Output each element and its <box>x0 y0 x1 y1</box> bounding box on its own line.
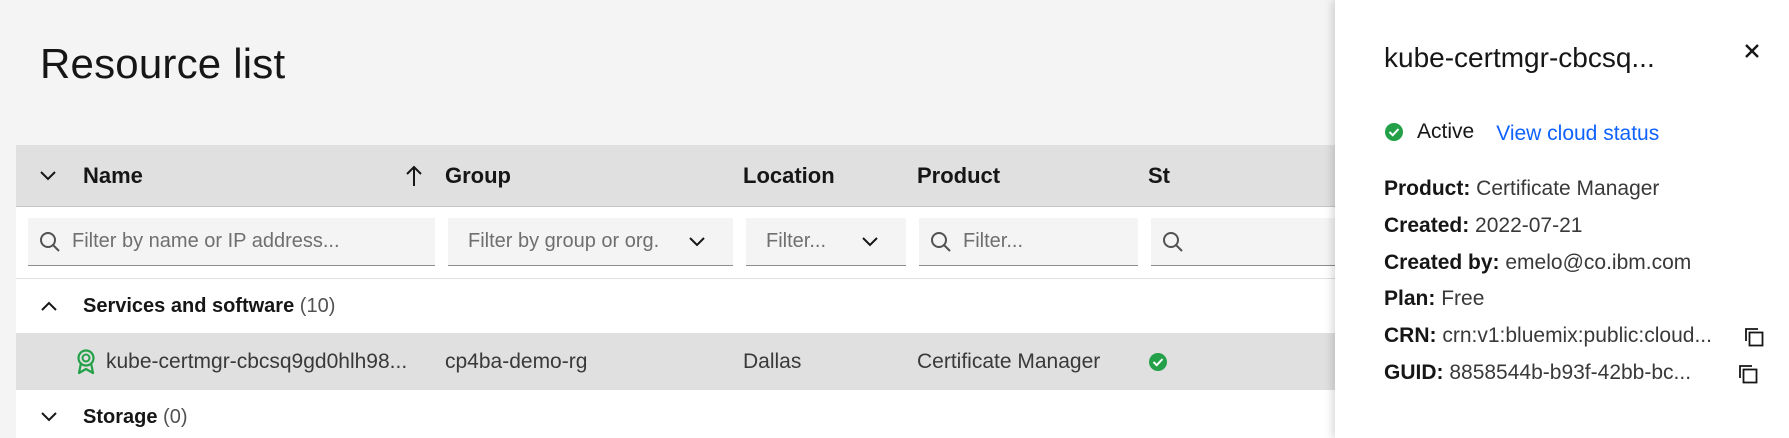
location-filter-dropdown[interactable]: Filter... <box>746 218 906 266</box>
property-value: 8858544b-b93f-42bb-bc... <box>1449 361 1692 384</box>
property-key: Created: <box>1384 214 1470 237</box>
row-product: Certificate Manager <box>917 350 1101 373</box>
property-created: Created: 2022-07-21 <box>1384 214 1582 238</box>
group-label: Storage <box>83 406 158 428</box>
group-count: (10) <box>299 295 336 317</box>
filter-row: Filter by name or IP address... Filter b… <box>16 207 1336 279</box>
chevron-down-icon[interactable] <box>36 404 62 430</box>
property-key: Created by: <box>1384 251 1500 274</box>
property-key: Plan: <box>1384 287 1436 310</box>
table-row[interactable]: kube-certmgr-cbcsq9gd0hlh98... cp4ba-dem… <box>16 334 1336 390</box>
search-icon <box>929 230 953 254</box>
column-header-name[interactable]: Name <box>83 145 143 207</box>
property-plan: Plan: Free <box>1384 287 1484 311</box>
location-filter-placeholder: Filter... <box>766 230 827 252</box>
property-key: Product: <box>1384 177 1471 200</box>
chevron-up-icon[interactable] <box>36 293 62 319</box>
property-value: emelo@co.ibm.com <box>1505 251 1692 274</box>
property-key: CRN: <box>1384 324 1437 347</box>
product-filter-placeholder: Filter... <box>963 230 1024 252</box>
property-guid: GUID: 8858544b-b93f-42bb-bc... <box>1384 361 1691 385</box>
property-value: 2022-07-21 <box>1475 214 1583 237</box>
column-header-status[interactable]: St <box>1148 145 1170 207</box>
property-value: Free <box>1441 287 1485 310</box>
status-line: Active View cloud status <box>1384 118 1659 146</box>
table-header: Name Group Location Product St <box>16 145 1336 207</box>
certificate-manager-icon <box>73 348 99 376</box>
property-value: Certificate Manager <box>1476 177 1660 200</box>
view-cloud-status-link[interactable]: View cloud status <box>1496 122 1659 146</box>
resource-table: Name Group Location Product St Filter by… <box>16 145 1336 438</box>
row-location: Dallas <box>743 350 802 373</box>
search-icon <box>38 230 62 254</box>
checkmark-filled-icon <box>1384 122 1404 142</box>
column-header-group[interactable]: Group <box>445 145 511 207</box>
panel-title: kube-certmgr-cbcsq... <box>1384 42 1655 73</box>
chevron-down-icon <box>687 232 707 252</box>
property-product: Product: Certificate Manager <box>1384 177 1659 201</box>
status-filter-input[interactable] <box>1151 218 1336 266</box>
property-value: crn:v1:bluemix:public:cloud... <box>1442 324 1712 347</box>
copy-crn-icon[interactable] <box>1741 324 1767 350</box>
property-crn: CRN: crn:v1:bluemix:public:cloud... <box>1384 324 1712 348</box>
property-created-by: Created by: emelo@co.ibm.com <box>1384 251 1691 275</box>
close-icon[interactable] <box>1735 34 1769 68</box>
name-filter-placeholder: Filter by name or IP address... <box>72 230 340 252</box>
copy-guid-icon[interactable] <box>1735 361 1761 387</box>
expand-all-chevron-down-icon[interactable] <box>34 162 62 190</box>
row-name-link[interactable]: kube-certmgr-cbcsq9gd0hlh98... <box>106 334 407 390</box>
page-title: Resource list <box>40 40 286 87</box>
row-group: cp4ba-demo-rg <box>445 350 588 373</box>
group-row-services-and-software[interactable]: Services and software (10) <box>16 279 1336 334</box>
group-filter-dropdown[interactable]: Filter by group or org. <box>448 218 733 266</box>
resource-details-panel: kube-certmgr-cbcsq... Active View cloud … <box>1335 0 1789 438</box>
group-row-storage[interactable]: Storage (0) <box>16 390 1336 438</box>
group-label: Services and software <box>83 295 295 317</box>
status-text: Active <box>1417 120 1475 143</box>
group-count: (0) <box>163 406 188 428</box>
name-filter-input[interactable]: Filter by name or IP address... <box>28 218 435 266</box>
group-filter-placeholder: Filter by group or org. <box>468 230 660 252</box>
product-filter-input[interactable]: Filter... <box>919 218 1138 266</box>
search-icon <box>1161 230 1185 254</box>
property-key: GUID: <box>1384 361 1444 384</box>
checkmark-filled-icon <box>1148 352 1168 372</box>
column-header-location[interactable]: Location <box>743 145 835 207</box>
chevron-down-icon <box>860 232 880 252</box>
column-header-product[interactable]: Product <box>917 145 1000 207</box>
sort-arrow-up-icon[interactable] <box>399 161 429 191</box>
